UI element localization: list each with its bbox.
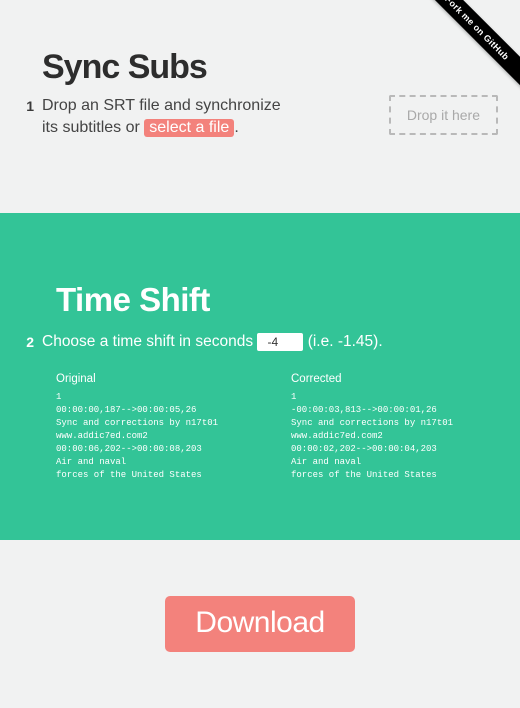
step-2-text-after: (i.e. -1.45). <box>303 333 382 350</box>
dropzone[interactable]: Drop it here <box>389 95 498 135</box>
section-timeshift: Time Shift 2 Choose a time shift in seco… <box>0 213 520 540</box>
preview-corrected-body: 1 -00:00:03,813-->00:00:01,26 Sync and c… <box>291 391 498 482</box>
preview-corrected-column: Corrected 1 -00:00:03,813-->00:00:01,26 … <box>291 373 498 482</box>
step-1-number: 1 <box>22 95 34 115</box>
app-title: Sync Subs <box>42 48 498 87</box>
preview-original-column: Original 1 00:00:00,187-->00:00:05,26 Sy… <box>56 373 263 482</box>
download-section: Download <box>0 596 520 652</box>
step-1-text-after: . <box>234 119 238 136</box>
preview-area: Original 1 00:00:00,187-->00:00:05,26 Sy… <box>56 373 498 482</box>
step-2-number: 2 <box>22 331 34 353</box>
step-2-description: Choose a time shift in seconds (i.e. -1.… <box>42 331 383 353</box>
section-upload: Sync Subs 1 Drop an SRT file and synchro… <box>0 0 520 138</box>
shift-input[interactable] <box>257 333 303 351</box>
select-file-link[interactable]: select a file <box>144 119 234 137</box>
preview-original-body: 1 00:00:00,187-->00:00:05,26 Sync and co… <box>56 391 263 482</box>
step-2-text-before: Choose a time shift in seconds <box>42 333 257 350</box>
preview-original-title: Original <box>56 373 263 385</box>
timeshift-title: Time Shift <box>56 281 498 319</box>
step-1-row: 1 Drop an SRT file and synchronize its s… <box>22 95 498 138</box>
step-2-row: 2 Choose a time shift in seconds (i.e. -… <box>22 331 498 353</box>
download-button[interactable]: Download <box>165 596 354 652</box>
preview-corrected-title: Corrected <box>291 373 498 385</box>
step-1-description: Drop an SRT file and synchronize its sub… <box>42 95 282 138</box>
